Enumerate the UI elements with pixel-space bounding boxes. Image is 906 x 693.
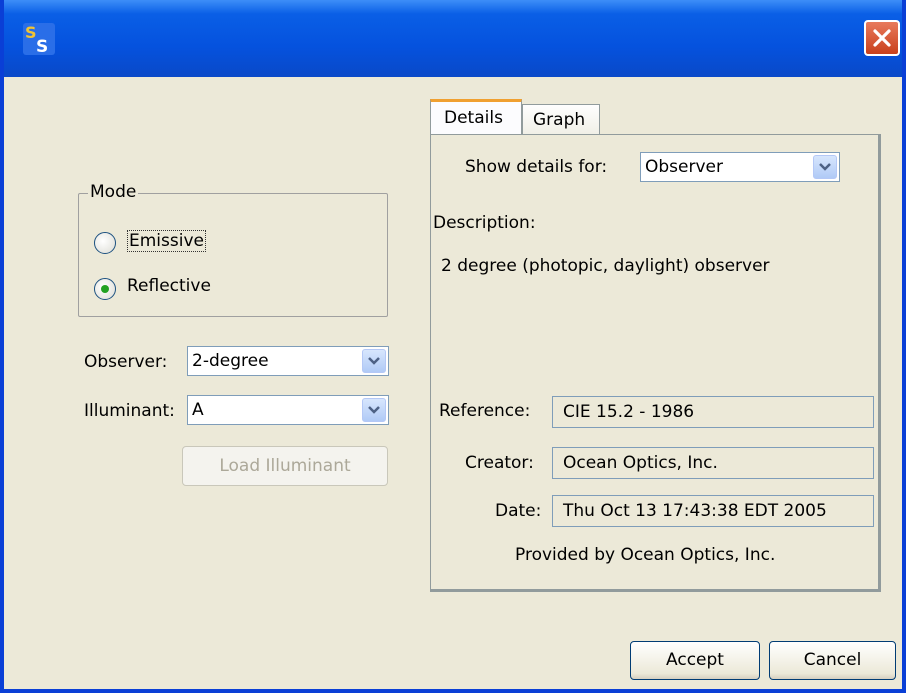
observer-value: 2-degree <box>192 351 269 371</box>
description-text: 2 degree (photopic, daylight) observer <box>441 256 770 276</box>
radio-selected-dot <box>101 285 109 293</box>
illuminant-label: Illuminant: <box>84 401 175 421</box>
tab-details-label: Details <box>444 108 503 128</box>
date-value: Thu Oct 13 17:43:38 EDT 2005 <box>563 501 827 521</box>
emissive-radio[interactable] <box>94 232 116 254</box>
description-label: Description: <box>433 213 536 233</box>
tab-graph-label: Graph <box>533 110 586 130</box>
load-illuminant-button[interactable]: Load Illuminant <box>182 446 388 486</box>
svg-text:S: S <box>36 37 48 56</box>
cancel-button[interactable]: Cancel <box>769 641 896 680</box>
dialog-window: S S Mode Emissive Reflective Observer: 2… <box>0 0 906 693</box>
reflective-label[interactable]: Reflective <box>127 276 211 296</box>
svg-text:S: S <box>25 23 37 42</box>
show-details-select[interactable]: Observer <box>640 152 840 182</box>
details-panel: Show details for: Observer Description: … <box>430 134 881 592</box>
accept-button[interactable]: Accept <box>630 641 760 680</box>
reference-field: CIE 15.2 - 1986 <box>552 396 874 428</box>
chevron-down-icon[interactable] <box>362 349 386 373</box>
provided-by-text: Provided by Ocean Optics, Inc. <box>515 545 776 565</box>
mode-legend: Mode <box>88 182 139 202</box>
close-button[interactable] <box>864 20 900 56</box>
observer-select[interactable]: 2-degree <box>187 346 389 376</box>
tab-details[interactable]: Details <box>430 99 522 136</box>
date-label: Date: <box>495 501 542 521</box>
reference-label: Reference: <box>439 401 531 421</box>
illuminant-select[interactable]: A <box>187 395 389 425</box>
show-details-label: Show details for: <box>465 157 608 177</box>
ss-app-icon: S S <box>23 23 55 56</box>
date-field: Thu Oct 13 17:43:38 EDT 2005 <box>552 495 874 527</box>
chevron-down-icon[interactable] <box>813 155 837 179</box>
chevron-down-icon[interactable] <box>362 398 386 422</box>
creator-value: Ocean Optics, Inc. <box>563 453 718 473</box>
show-details-value: Observer <box>645 157 723 177</box>
creator-field: Ocean Optics, Inc. <box>552 447 874 479</box>
title-bar[interactable]: S S <box>4 0 902 77</box>
tab-graph[interactable]: Graph <box>522 104 600 135</box>
observer-label: Observer: <box>84 352 168 372</box>
emissive-label[interactable]: Emissive <box>127 230 206 252</box>
illuminant-value: A <box>192 400 204 420</box>
close-icon <box>873 29 891 47</box>
creator-label: Creator: <box>465 453 534 473</box>
reflective-radio[interactable] <box>94 278 116 300</box>
mode-group <box>78 193 388 317</box>
reference-value: CIE 15.2 - 1986 <box>563 402 695 422</box>
